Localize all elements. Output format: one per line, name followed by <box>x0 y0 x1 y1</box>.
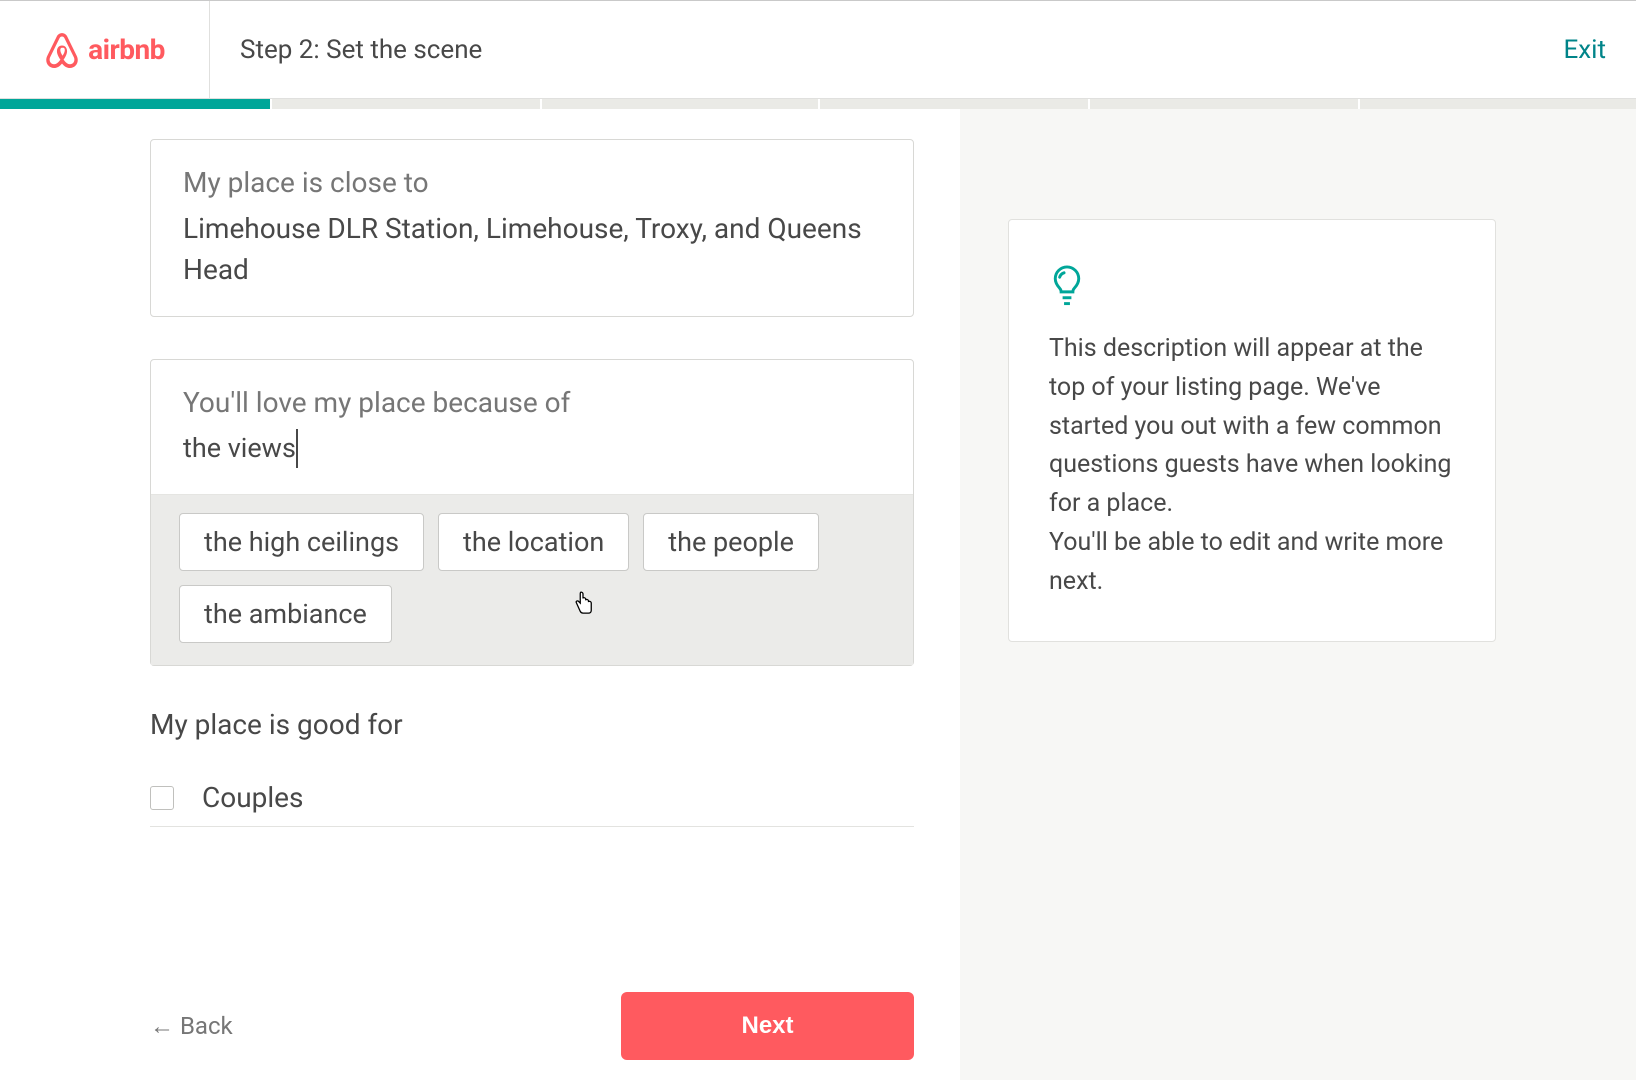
airbnb-icon <box>44 30 80 70</box>
brand-logo[interactable]: airbnb <box>0 1 210 98</box>
progress-bar <box>0 99 1636 109</box>
love-because-input[interactable]: the views <box>151 429 913 494</box>
progress-fill <box>0 99 270 109</box>
close-to-value[interactable]: Limehouse DLR Station, Limehouse, Troxy,… <box>151 209 913 316</box>
header: airbnb Step 2: Set the scene Exit <box>0 1 1636 99</box>
tip-card: This description will appear at the top … <box>1008 219 1496 642</box>
back-button[interactable]: ← Back <box>150 1012 233 1041</box>
love-because-label: You'll love my place because of <box>151 360 913 429</box>
form-column: My place is close to Limehouse DLR Stati… <box>0 109 960 1080</box>
good-for-label: Couples <box>202 781 303 814</box>
close-to-card[interactable]: My place is close to Limehouse DLR Stati… <box>150 139 914 317</box>
tip-column: This description will appear at the top … <box>960 109 1636 1080</box>
suggestion-chips: the high ceilingsthe locationthe people t… <box>151 494 913 665</box>
close-to-label: My place is close to <box>151 140 913 209</box>
suggestion-chip-2[interactable]: the people <box>643 513 819 571</box>
brand-name: airbnb <box>88 33 165 66</box>
next-button[interactable]: Next <box>621 992 914 1060</box>
tip-text-2: You'll be able to edit and write more ne… <box>1049 524 1455 602</box>
suggestion-chip-1[interactable]: the location <box>438 513 629 571</box>
love-because-card[interactable]: You'll love my place because of the view… <box>150 359 914 666</box>
good-for-option-0[interactable]: Couples <box>150 781 914 827</box>
suggestion-chip-3[interactable]: the ambiance <box>179 585 392 643</box>
fade-overlay <box>150 948 914 984</box>
lightbulb-icon <box>1049 264 1085 308</box>
good-for-heading: My place is good for <box>150 708 914 741</box>
footer-row: ← Back Next <box>150 992 914 1060</box>
suggestion-chip-0[interactable]: the high ceilings <box>179 513 424 571</box>
checkbox[interactable] <box>150 786 174 810</box>
tip-text-1: This description will appear at the top … <box>1049 330 1455 524</box>
step-label: Step 2: Set the scene <box>240 35 482 65</box>
exit-button[interactable]: Exit <box>1563 35 1606 65</box>
